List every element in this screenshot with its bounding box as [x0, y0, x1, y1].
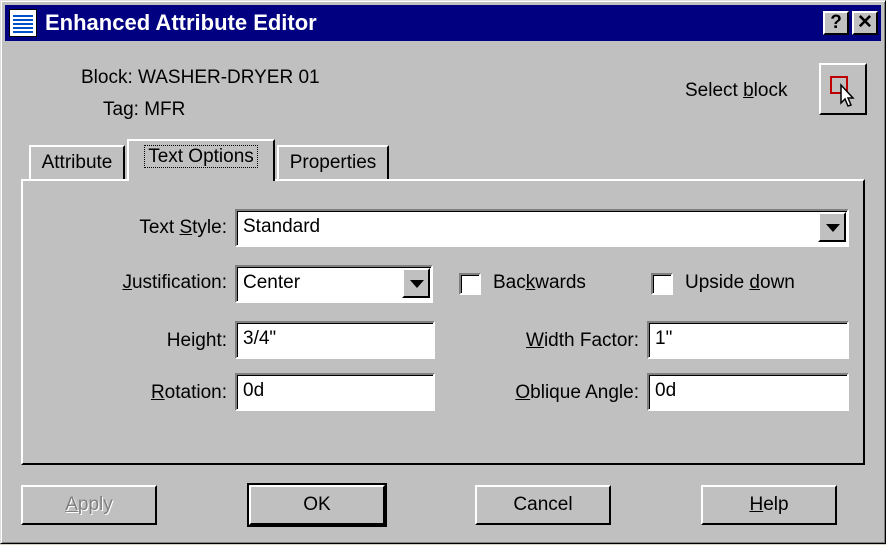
cancel-button[interactable]: Cancel	[475, 485, 611, 525]
justification-label: Justification:	[122, 272, 227, 293]
window-title: Enhanced Attribute Editor	[45, 10, 317, 35]
select-block-label: Select block	[685, 80, 788, 101]
help-title-button[interactable]: ?	[823, 11, 849, 35]
app-icon	[9, 9, 37, 37]
close-button[interactable]: ✕	[852, 11, 878, 35]
height-field[interactable]: 3/4"	[235, 321, 435, 359]
rotation-label: Rotation:	[150, 382, 227, 403]
select-block-button[interactable]	[819, 63, 867, 115]
width-factor-label: Width Factor:	[526, 330, 639, 351]
title-bar: Enhanced Attribute Editor ? ✕	[5, 5, 881, 41]
tab-text-options[interactable]: Text Options	[127, 139, 275, 181]
ok-button[interactable]: OK	[247, 483, 387, 527]
text-style-dropdown[interactable]: Standard	[235, 209, 849, 247]
chevron-down-icon[interactable]	[402, 268, 430, 298]
dialog-window: Enhanced Attribute Editor ? ✕ Block: WAS…	[0, 0, 886, 544]
text-style-label: Text Style:	[139, 217, 227, 238]
height-label: Height:	[166, 330, 227, 351]
oblique-angle-field[interactable]: 0d	[647, 373, 849, 411]
apply-button[interactable]: Apply	[21, 485, 157, 525]
block-label: Block: WASHER-DRYER 01	[81, 67, 320, 88]
backwards-label: Backwards	[493, 272, 586, 293]
chevron-down-icon[interactable]	[818, 212, 846, 242]
upside-down-label: Upside down	[685, 272, 795, 293]
justification-dropdown[interactable]: Center	[235, 265, 433, 303]
backwards-checkbox[interactable]	[459, 273, 481, 295]
tab-properties[interactable]: Properties	[277, 145, 389, 181]
tab-attribute[interactable]: Attribute	[29, 145, 125, 181]
rotation-field[interactable]: 0d	[235, 373, 435, 411]
help-button[interactable]: Help	[701, 485, 837, 525]
upside-down-checkbox[interactable]	[651, 273, 673, 295]
select-object-icon	[830, 76, 855, 107]
oblique-angle-label: Oblique Angle:	[515, 382, 639, 403]
tag-label: Tag: MFR	[103, 99, 186, 120]
width-factor-field[interactable]: 1"	[647, 321, 849, 359]
